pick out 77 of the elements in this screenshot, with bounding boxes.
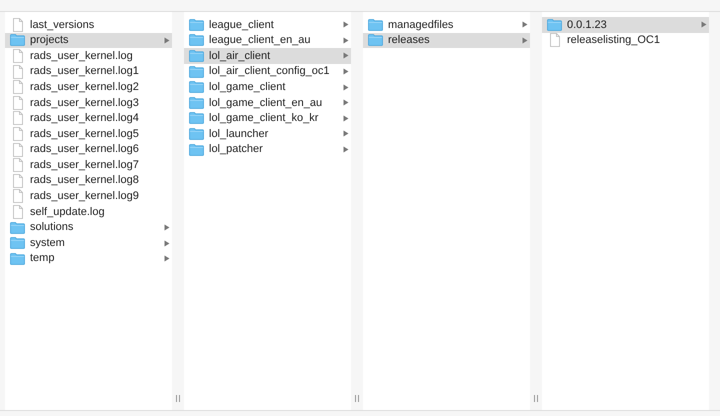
file-row[interactable]: releaselisting_OC1 xyxy=(542,32,709,48)
folder-row[interactable]: system xyxy=(5,235,172,251)
folder-row[interactable]: lol_launcher xyxy=(184,126,351,142)
file-row[interactable]: rads_user_kernel.log8 xyxy=(5,172,172,189)
folder-icon xyxy=(368,34,383,46)
folder-icon xyxy=(368,18,383,31)
document-icon xyxy=(12,189,24,204)
disclosure-arrow-icon xyxy=(343,99,349,106)
folder-row[interactable]: solutions xyxy=(5,220,172,236)
resize-handle-icon xyxy=(534,395,538,402)
file-row[interactable]: rads_user_kernel.log5 xyxy=(5,126,172,142)
folder-icon xyxy=(189,128,204,140)
folder-icon xyxy=(10,34,25,46)
folder-row[interactable]: 0.0.1.23 xyxy=(542,17,709,33)
resize-handle-icon xyxy=(355,395,359,402)
disclosure-arrow-icon xyxy=(343,114,349,122)
folder-row[interactable]: lol_game_client xyxy=(184,79,351,95)
document-icon xyxy=(12,18,24,32)
folder-row[interactable]: lol_game_client_ko_kr xyxy=(184,110,351,126)
folder-icon xyxy=(10,237,25,250)
folder-icon xyxy=(189,50,204,62)
disclosure-arrow-icon xyxy=(343,36,349,44)
folder-row[interactable]: league_client xyxy=(184,17,351,33)
document-icon xyxy=(12,48,24,63)
document-icon xyxy=(12,142,24,157)
disclosure-arrow-icon xyxy=(164,240,170,247)
file-row[interactable]: rads_user_kernel.log1 xyxy=(5,64,172,80)
disclosure-arrow-icon xyxy=(343,84,349,91)
disclosure-arrow-icon xyxy=(164,224,170,232)
folder-row[interactable]: temp xyxy=(5,250,172,266)
file-row[interactable]: rads_user_kernel.log6 xyxy=(5,142,172,158)
file-row[interactable]: rads_user_kernel.log xyxy=(5,48,172,64)
folder-icon xyxy=(10,252,25,265)
folder-row[interactable]: managedfiles xyxy=(363,17,530,33)
disclosure-arrow-icon xyxy=(343,21,349,28)
disclosure-arrow-icon xyxy=(522,36,528,44)
disclosure-arrow-icon xyxy=(164,255,170,262)
document-icon xyxy=(12,204,24,219)
document-icon xyxy=(549,33,561,48)
folder-icon xyxy=(547,18,562,31)
file-row[interactable]: rads_user_kernel.log9 xyxy=(5,188,172,204)
folder-row[interactable]: league_client_en_au xyxy=(184,32,351,48)
disclosure-arrow-icon xyxy=(701,21,707,28)
disclosure-arrow-icon xyxy=(164,36,170,44)
file-row[interactable]: rads_user_kernel.log4 xyxy=(5,110,172,126)
disclosure-arrow-icon xyxy=(343,146,349,154)
folder-row[interactable]: releases xyxy=(363,32,530,48)
folder-icon xyxy=(189,18,204,31)
folder-row[interactable]: lol_air_client xyxy=(184,48,351,64)
folder-row[interactable]: lol_air_client_config_oc1 xyxy=(184,64,351,80)
file-row[interactable]: self_update.log xyxy=(5,204,172,220)
folder-icon xyxy=(189,81,204,94)
document-icon xyxy=(12,111,24,126)
document-icon xyxy=(12,64,24,79)
resize-handle-icon xyxy=(176,395,180,402)
disclosure-arrow-icon xyxy=(343,130,349,138)
file-row[interactable]: rads_user_kernel.log3 xyxy=(5,94,172,111)
file-row[interactable]: rads_user_kernel.log2 xyxy=(5,79,172,95)
folder-icon xyxy=(189,96,204,109)
disclosure-arrow-icon xyxy=(522,21,528,28)
folder-icon xyxy=(189,66,204,78)
folder-row[interactable]: lol_game_client_en_au xyxy=(184,94,351,111)
document-icon xyxy=(12,126,24,141)
document-icon xyxy=(12,80,24,94)
file-row[interactable]: rads_user_kernel.log7 xyxy=(5,157,172,173)
folder-row[interactable]: projects xyxy=(5,32,172,48)
folder-row[interactable]: lol_patcher xyxy=(184,142,351,158)
disclosure-arrow-icon xyxy=(343,52,349,60)
folder-icon xyxy=(189,144,204,156)
document-icon xyxy=(12,96,24,110)
disclosure-arrow-icon xyxy=(343,68,349,76)
document-icon xyxy=(12,158,24,172)
document-icon xyxy=(12,174,24,188)
folder-icon xyxy=(10,222,25,234)
file-row[interactable]: last_versions xyxy=(5,17,172,33)
folder-icon xyxy=(189,112,204,124)
folder-icon xyxy=(189,34,204,46)
